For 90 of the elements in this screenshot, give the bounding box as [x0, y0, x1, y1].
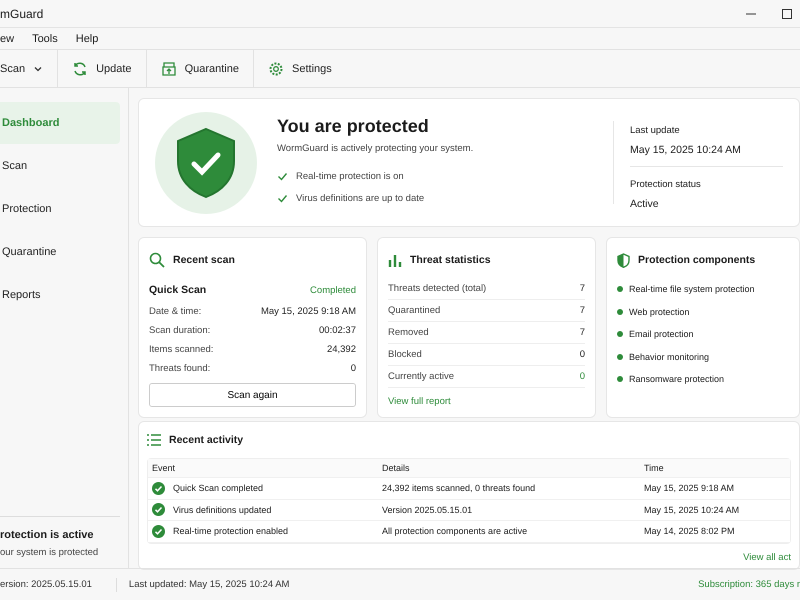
column-header: Time [644, 463, 665, 473]
status-dot [617, 376, 623, 382]
component-name: Real-time file system protection [629, 284, 755, 294]
stat-value: 7 [580, 327, 585, 338]
menu-item[interactable]: ew [0, 32, 14, 44]
table-cell: Quick Scan completed [173, 483, 264, 494]
component-name: Behavior monitoring [629, 352, 710, 362]
info-label: Protection status [630, 179, 702, 190]
status-dot [617, 308, 623, 315]
stat-value: 7 [580, 283, 585, 294]
sidebar-item[interactable]: Protection [0, 188, 120, 230]
settings-icon [268, 60, 284, 76]
scan-value: 0 [350, 363, 356, 374]
toolbar-button[interactable]: Update [58, 50, 147, 88]
status-dot [617, 286, 623, 292]
scan-label: Scan duration: [149, 325, 210, 336]
status-heading: You are protected [277, 116, 430, 136]
scan-again-button[interactable]: Scan again [149, 383, 356, 407]
card-title: Recent activity [169, 434, 244, 446]
table-cell: May 14, 2025 8:02 PM [644, 526, 735, 536]
scan-name: Quick Scan [149, 284, 206, 296]
sidebar-item[interactable]: Scan [0, 145, 120, 187]
stat-value: 7 [580, 305, 585, 316]
menu-item[interactable]: Tools [32, 32, 58, 44]
stat-value: 0 [580, 349, 585, 360]
check-circle-icon [152, 524, 165, 538]
stat-value: 0 [580, 371, 585, 382]
table-cell: May 15, 2025 10:24 AM [644, 504, 740, 515]
table-cell: Real-time protection enabled [173, 526, 288, 536]
sidebar-item[interactable]: Quarantine [0, 231, 120, 273]
box-icon [160, 60, 177, 76]
toolbar-button[interactable]: Settings [254, 50, 346, 88]
status-check-text: Virus definitions are up to date [296, 193, 424, 204]
toolbar-button[interactable]: Scan [0, 50, 58, 88]
table-cell: Version 2025.05.15.01 [382, 504, 472, 515]
bar-chart-icon [388, 253, 402, 267]
info-value: May 15, 2025 10:24 AM [630, 144, 742, 156]
view-all-link[interactable]: View all act [743, 552, 791, 562]
card-title: Recent scan [173, 254, 235, 266]
column-header: Details [382, 463, 411, 473]
table-cell: Virus definitions updated [173, 504, 272, 515]
status-check-text: Real-time protection is on [296, 171, 404, 182]
stat-label: Currently active [388, 371, 454, 382]
minimize-icon [746, 12, 756, 14]
stat-label: Removed [388, 327, 429, 338]
info-label: Last update [630, 125, 681, 136]
protection-status-text: our system is protected [0, 547, 100, 558]
status-dot [617, 331, 623, 338]
check-circle-icon [152, 482, 165, 495]
check-icon [277, 171, 288, 182]
sidebar-item[interactable]: Reports [0, 274, 120, 316]
list-icon [147, 434, 161, 446]
shield-check-icon [176, 126, 236, 198]
version-text: ersion: 2025.05.15.01 [0, 579, 93, 590]
scan-label: Threats found: [149, 363, 210, 374]
component-name: Web protection [629, 306, 690, 317]
toolbar-button[interactable]: Quarantine [146, 50, 254, 88]
protection-status-title: rotection is active [0, 529, 95, 541]
table-cell: May 15, 2025 9:18 AM [644, 483, 734, 494]
table-cell: All protection components are active [382, 526, 528, 536]
refresh-icon [72, 60, 88, 76]
table-cell: 24,392 items scanned, 0 threats found [382, 483, 536, 494]
stat-label: Threats detected (total) [388, 283, 486, 294]
card-title: Protection components [638, 254, 756, 266]
column-header: Event [152, 463, 176, 473]
window-title: mGuard [0, 6, 44, 20]
scan-value: May 15, 2025 9:18 AM [260, 306, 356, 317]
stat-label: Quarantined [388, 305, 440, 316]
component-name: Ransomware protection [629, 374, 724, 384]
status-subtitle: WormGuard is actively protecting your system. [277, 142, 474, 154]
check-icon [277, 193, 288, 204]
status-dot [617, 354, 623, 360]
component-name: Email protection [629, 329, 694, 340]
scan-status: Completed [310, 284, 356, 296]
menu-item[interactable]: Help [76, 32, 98, 44]
info-value: Active [630, 198, 660, 210]
card-title: Threat statistics [410, 254, 491, 266]
view-report-link[interactable]: View full report [388, 396, 585, 407]
scan-value: 00:02:37 [319, 325, 356, 336]
scan-label: Items scanned: [149, 344, 214, 355]
shield-icon [617, 252, 630, 268]
search-icon [149, 252, 165, 268]
subscription-text: Subscription: 365 days r [698, 579, 800, 590]
maximize-icon [782, 8, 792, 18]
scan-label: Date & time: [149, 306, 202, 317]
last-updated-text: Last updated: May 15, 2025 10:24 AM [128, 579, 290, 590]
stat-label: Blocked [388, 349, 422, 360]
check-circle-icon [152, 503, 165, 516]
scan-value: 24,392 [326, 344, 356, 355]
sidebar-item[interactable]: Dashboard [0, 102, 120, 144]
